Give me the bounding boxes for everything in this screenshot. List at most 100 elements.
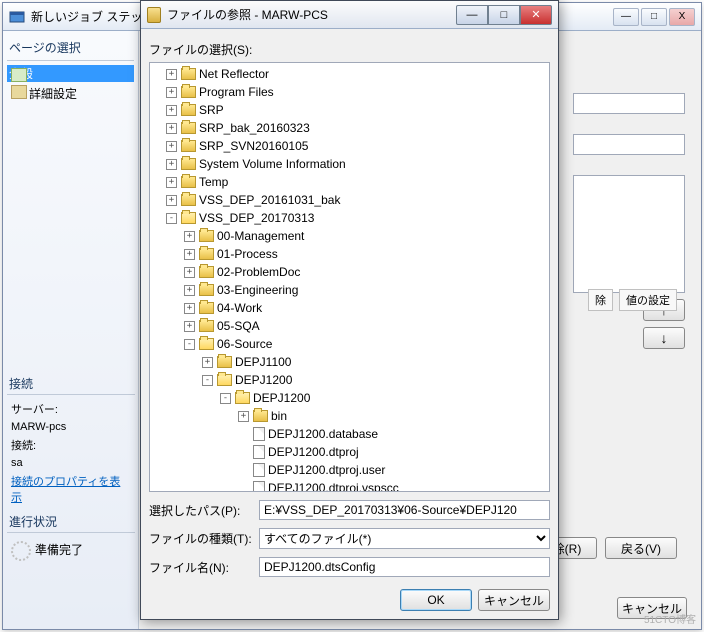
expand-toggle[interactable]: +: [184, 321, 195, 332]
tree-node[interactable]: +DEPJ1100: [152, 353, 547, 371]
folder-icon: [253, 410, 268, 422]
ok-button[interactable]: OK: [400, 589, 472, 611]
connection-panel: 接続 サーバー: MARW-pcs 接続: sa 接続のプロパティを表示: [7, 373, 135, 507]
tree-node[interactable]: + Net Reflector: [152, 65, 547, 83]
tree-node[interactable]: DEPJ1200.database: [152, 425, 547, 443]
tree-node[interactable]: + SRP: [152, 101, 547, 119]
tree-node[interactable]: +05-SQA: [152, 317, 547, 335]
connection-header: 接続: [7, 373, 135, 395]
expand-toggle[interactable]: +: [166, 159, 177, 170]
file-select-label: ファイルの選択(S):: [149, 37, 550, 62]
expand-toggle[interactable]: -: [202, 375, 213, 386]
maximize-button[interactable]: □: [641, 8, 667, 26]
tree-node[interactable]: +04-Work: [152, 299, 547, 317]
tree-node-label: DEPJ1200: [235, 372, 292, 388]
folder-icon: [199, 248, 214, 260]
progress-icon: [11, 541, 31, 561]
tree-node[interactable]: + SRP_SVN20160105: [152, 137, 547, 155]
folder-icon: [199, 320, 214, 332]
expand-toggle[interactable]: +: [166, 177, 177, 188]
tree-node-label: 02-ProblemDoc: [217, 264, 300, 280]
file-icon: [253, 445, 265, 459]
tree-node[interactable]: DEPJ1200.dtproj.vspscc: [152, 479, 547, 492]
folder-icon: [199, 302, 214, 314]
tree-node[interactable]: DEPJ1200.dtproj: [152, 443, 547, 461]
move-down-button[interactable]: ↓: [643, 327, 685, 349]
close-button[interactable]: X: [669, 8, 695, 26]
back-button[interactable]: 戻る(V): [605, 537, 677, 559]
tree-node-label: SRP_SVN20160105: [199, 138, 308, 154]
tree-node[interactable]: -06-Source: [152, 335, 547, 353]
dialog-maximize-button[interactable]: □: [488, 5, 520, 25]
folder-icon: [199, 338, 214, 350]
tab-remove[interactable]: 除: [588, 289, 613, 311]
server-label: サーバー:: [7, 399, 135, 419]
expand-toggle[interactable]: +: [184, 231, 195, 242]
tree-node[interactable]: - VSS_DEP_20170313: [152, 209, 547, 227]
expand-toggle[interactable]: +: [166, 87, 177, 98]
tree-node[interactable]: +03-Engineering: [152, 281, 547, 299]
tree-node[interactable]: +02-ProblemDoc: [152, 263, 547, 281]
tree-node[interactable]: - DEPJ1200: [152, 371, 547, 389]
folder-icon: [181, 104, 196, 116]
cancel-button[interactable]: キャンセル: [478, 589, 550, 611]
sidebar-item-advanced[interactable]: 詳細設定: [7, 82, 134, 105]
tree-node[interactable]: +01-Process: [152, 245, 547, 263]
folder-icon: [199, 284, 214, 296]
tree-node-label: VSS_DEP_20170313: [199, 210, 314, 226]
progress-status: 準備完了: [35, 543, 83, 557]
tree-node[interactable]: +VSS_DEP_20161031_bak: [152, 191, 547, 209]
expand-toggle[interactable]: +: [166, 69, 177, 80]
expand-toggle[interactable]: +: [184, 303, 195, 314]
dropdown-1[interactable]: [573, 93, 685, 114]
expand-toggle[interactable]: +: [202, 357, 213, 368]
expand-toggle[interactable]: +: [166, 105, 177, 116]
connection-properties-link[interactable]: 接続のプロパティを表示: [11, 476, 120, 504]
tree-node-label: DEPJ1200.dtproj.vspscc: [268, 480, 399, 492]
expand-toggle[interactable]: +: [184, 285, 195, 296]
list-box[interactable]: [573, 175, 685, 293]
expand-toggle[interactable]: +: [238, 411, 249, 422]
dialog-minimize-button[interactable]: ―: [456, 5, 488, 25]
tree-node[interactable]: +Temp: [152, 173, 547, 191]
tree-node[interactable]: + System Volume Information: [152, 155, 547, 173]
folder-icon: [199, 266, 214, 278]
tree-node-label: System Volume Information: [199, 156, 346, 172]
dropdown-2[interactable]: [573, 134, 685, 155]
sidebar: ページの選択 全般 詳細設定 接続 サーバー: MARW-pcs 接続: sa …: [3, 31, 139, 629]
parent-window-controls: ― □ X: [613, 8, 695, 26]
tab-setvalue[interactable]: 値の設定: [619, 289, 677, 311]
expand-toggle[interactable]: +: [184, 267, 195, 278]
expand-toggle[interactable]: -: [184, 339, 195, 350]
selected-path-field[interactable]: E:¥VSS_DEP_20170313¥06-Source¥DEPJ120: [259, 500, 550, 520]
tree-node[interactable]: + Program Files: [152, 83, 547, 101]
expand-toggle[interactable]: +: [166, 195, 177, 206]
expand-toggle[interactable]: +: [166, 141, 177, 152]
tree-node-label: Net Reflector: [199, 66, 269, 82]
dialog-close-button[interactable]: ✕: [520, 5, 552, 25]
server-value: MARW-pcs: [7, 419, 135, 435]
tree-node-label: Program Files: [199, 84, 274, 100]
expand-toggle[interactable]: +: [166, 123, 177, 134]
dialog-window-controls: ― □ ✕: [456, 5, 552, 25]
sidebar-item-general[interactable]: 全般: [7, 65, 134, 82]
minimize-button[interactable]: ―: [613, 8, 639, 26]
tree-node[interactable]: +00-Management: [152, 227, 547, 245]
tree-node[interactable]: +SRP_bak_20160323: [152, 119, 547, 137]
tree-node-label: 03-Engineering: [217, 282, 298, 298]
file-type-select[interactable]: すべてのファイル(*): [259, 528, 550, 549]
folder-tree[interactable]: + Net Reflector + Program Files + SRP+SRP_bak…: [149, 62, 550, 492]
tree-node-label: 04-Work: [217, 300, 262, 316]
tree-node[interactable]: -DEPJ1200: [152, 389, 547, 407]
expand-toggle[interactable]: -: [166, 213, 177, 224]
file-name-field[interactable]: DEPJ1200.dtsConfig: [259, 557, 550, 577]
expand-toggle[interactable]: -: [220, 393, 231, 404]
progress-panel: 進行状況 準備完了: [7, 511, 135, 565]
tree-node-label: SRP: [199, 102, 224, 118]
folder-icon: [181, 158, 196, 170]
tree-node[interactable]: DEPJ1200.dtproj.user: [152, 461, 547, 479]
dialog-titlebar[interactable]: ファイルの参照 - MARW-PCS ― □ ✕: [141, 1, 558, 29]
tree-node-label: 00-Management: [217, 228, 304, 244]
tree-node[interactable]: +bin: [152, 407, 547, 425]
expand-toggle[interactable]: +: [184, 249, 195, 260]
